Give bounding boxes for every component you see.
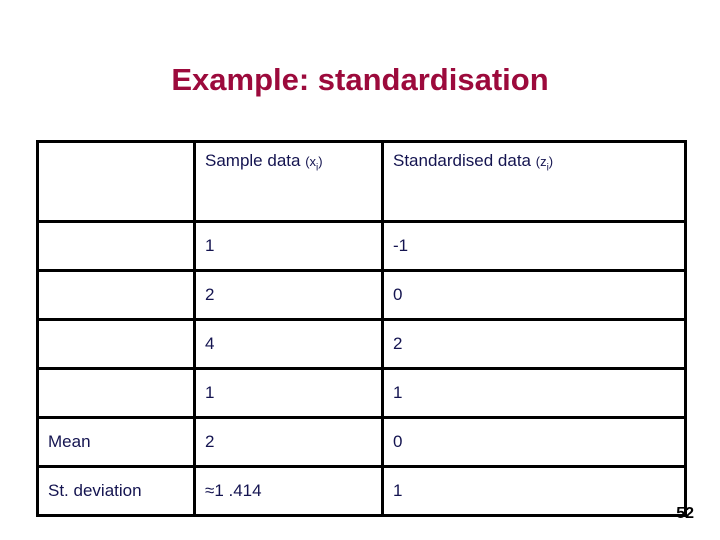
header-standardised-paren-close: ) xyxy=(548,154,554,169)
table-cell-sample-value: 2 xyxy=(193,269,384,321)
table-cell-standardised-value: -1 xyxy=(381,220,687,272)
table-row: 11 xyxy=(36,367,687,419)
header-sample-paren-close: ) xyxy=(318,154,323,169)
table-cell-row-label xyxy=(36,367,196,419)
slide-canvas: Example: standardisation Sample data (xi… xyxy=(0,0,720,540)
table-cell-row-label xyxy=(36,318,196,370)
header-standardised-text: Standardised data xyxy=(393,151,536,170)
table-cell-standardised-value: 1 xyxy=(381,465,687,517)
table-cell-standardised-value: 2 xyxy=(381,318,687,370)
table-cell-sample-value: 4 xyxy=(193,318,384,370)
standardisation-table: Sample data (xi) Standardised data (zi) … xyxy=(36,140,687,517)
table-header-row: Sample data (xi) Standardised data (zi) xyxy=(36,140,687,223)
header-sample-text: Sample data xyxy=(205,151,306,170)
page-title: Example: standardisation xyxy=(171,62,549,97)
table-cell-row-label: Mean xyxy=(36,416,196,468)
table-cell-sample-value: 2 xyxy=(193,416,384,468)
table-cell-standardised-value: 0 xyxy=(381,416,687,468)
table-header-standardised-data: Standardised data (zi) xyxy=(381,140,687,223)
table-row: 42 xyxy=(36,318,687,370)
table-row: 1 -1 xyxy=(36,220,687,272)
table-cell-row-label xyxy=(36,269,196,321)
table-row: 20 xyxy=(36,269,687,321)
table-cell-row-label: St. deviation xyxy=(36,465,196,517)
table-cell-row-label xyxy=(36,220,196,272)
table-cell-sample-value: 1 xyxy=(193,367,384,419)
table-cell-standardised-value: 0 xyxy=(381,269,687,321)
table-row: Mean 2 0 xyxy=(36,416,687,468)
table-body: 1 -1 2 0 4 2 1 1 Mean 2 0 St. deviation ≈1 .414 1 xyxy=(36,220,687,517)
table-cell-sample-value: 1 xyxy=(193,220,384,272)
table-cell-standardised-value: 1 xyxy=(381,367,687,419)
table-row: St. deviation ≈1 .414 1 xyxy=(36,465,687,517)
page-number: 52 xyxy=(676,505,694,522)
table-header-sample-data: Sample data (xi) xyxy=(193,140,384,223)
table-header-corner xyxy=(36,140,196,223)
table-cell-sample-value: ≈1 .414 xyxy=(193,465,384,517)
